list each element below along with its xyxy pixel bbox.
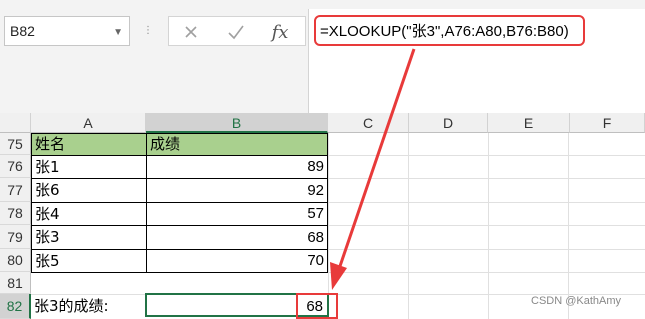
- annotation-arrow-line: [336, 48, 416, 273]
- annotation-arrow: [330, 48, 416, 290]
- annotation-arrow-head: [330, 262, 347, 290]
- watermark: CSDN @KathAmy: [531, 295, 622, 307]
